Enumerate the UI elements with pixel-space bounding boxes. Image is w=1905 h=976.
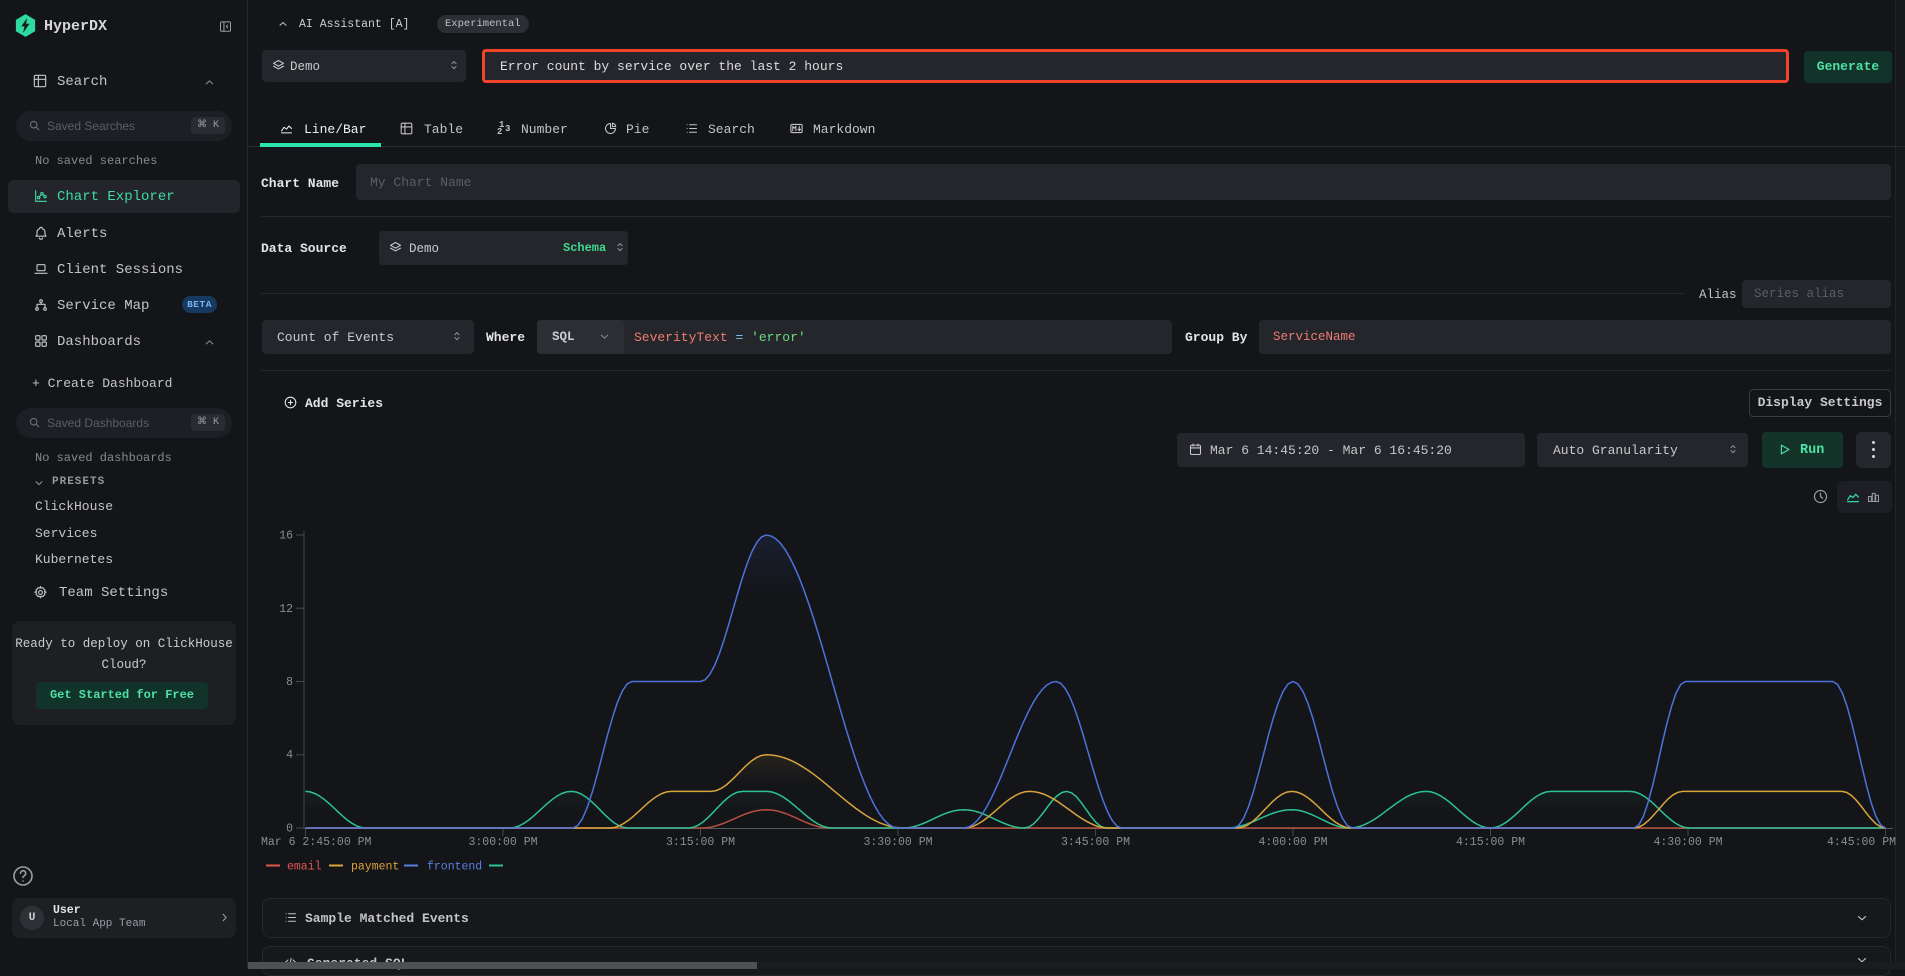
svg-text:16: 16 bbox=[279, 530, 293, 543]
svg-text:8: 8 bbox=[286, 676, 293, 689]
svg-text:3:15:00 PM: 3:15:00 PM bbox=[666, 836, 735, 849]
svg-text:3:00:00 PM: 3:00:00 PM bbox=[468, 836, 537, 849]
svg-text:4: 4 bbox=[286, 749, 293, 762]
svg-text:3:30:00 PM: 3:30:00 PM bbox=[863, 836, 932, 849]
svg-text:4:15:00 PM: 4:15:00 PM bbox=[1456, 836, 1525, 849]
svg-text:frontend: frontend bbox=[427, 861, 482, 874]
svg-text:4:45:00 PM: 4:45:00 PM bbox=[1827, 836, 1896, 849]
svg-text:email: email bbox=[287, 861, 322, 874]
svg-text:4:00:00 PM: 4:00:00 PM bbox=[1258, 836, 1327, 849]
svg-text:Mar 6 2:45:00 PM: Mar 6 2:45:00 PM bbox=[261, 836, 372, 849]
svg-text:12: 12 bbox=[279, 603, 293, 616]
svg-text:0: 0 bbox=[286, 823, 293, 836]
svg-text:3:45:00 PM: 3:45:00 PM bbox=[1061, 836, 1130, 849]
svg-text:payment: payment bbox=[351, 861, 399, 874]
svg-text:4:30:00 PM: 4:30:00 PM bbox=[1653, 836, 1722, 849]
